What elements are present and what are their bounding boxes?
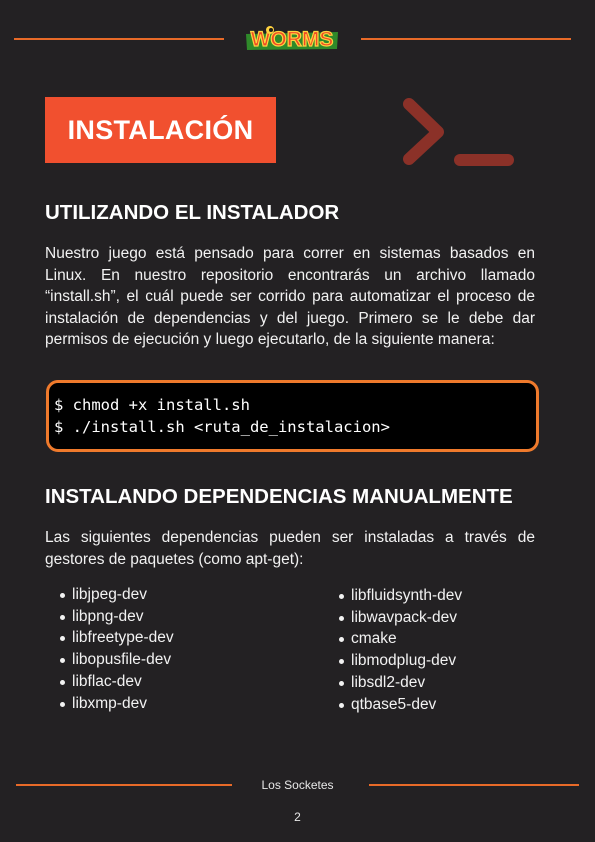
terminal-prompt-icon: [398, 96, 518, 172]
dependencies-heading: INSTALANDO DEPENDENCIAS MANUALMENTE: [45, 485, 513, 508]
dependency-list-left: libjpeg-dev libpng-dev libfreetype-dev l…: [46, 584, 174, 714]
header-rule-right: [361, 38, 571, 40]
list-item: libfreetype-dev: [46, 627, 174, 649]
list-item: libmodplug-dev: [325, 650, 462, 672]
page-number: 2: [294, 810, 301, 824]
list-item: libjpeg-dev: [46, 584, 174, 606]
list-item: libflac-dev: [46, 671, 174, 693]
list-item: libpng-dev: [46, 606, 174, 628]
list-item: libfluidsynth-dev: [325, 585, 462, 607]
worms-logo: WORMS: [244, 25, 340, 52]
code-line: $ ./install.sh <ruta_de_instalacion>: [54, 418, 390, 436]
logo-text: WORMS: [251, 28, 334, 51]
installer-paragraph: Nuestro juego está pensado para correr e…: [45, 245, 535, 348]
section-title: INSTALACIÓN: [67, 114, 254, 145]
code-block: $ chmod +x install.sh $ ./install.sh <ru…: [46, 380, 539, 452]
code-line: $ chmod +x install.sh: [54, 396, 250, 414]
dependencies-paragraph: Las siguientes dependencias pueden ser i…: [45, 529, 535, 568]
installer-heading: UTILIZANDO EL INSTALADOR: [45, 201, 340, 224]
dependency-list-right: libfluidsynth-dev libwavpack-dev cmake l…: [325, 585, 462, 715]
list-item: cmake: [325, 628, 462, 650]
list-item: libwavpack-dev: [325, 607, 462, 629]
section-title-box: INSTALACIÓN: [45, 97, 276, 163]
footer-team: Los Socketes: [261, 778, 334, 792]
header-rule-left: [14, 38, 224, 40]
list-item: libopusfile-dev: [46, 649, 174, 671]
list-item: qtbase5-dev: [325, 694, 462, 716]
list-item: libxmp-dev: [46, 693, 174, 715]
list-item: libsdl2-dev: [325, 672, 462, 694]
